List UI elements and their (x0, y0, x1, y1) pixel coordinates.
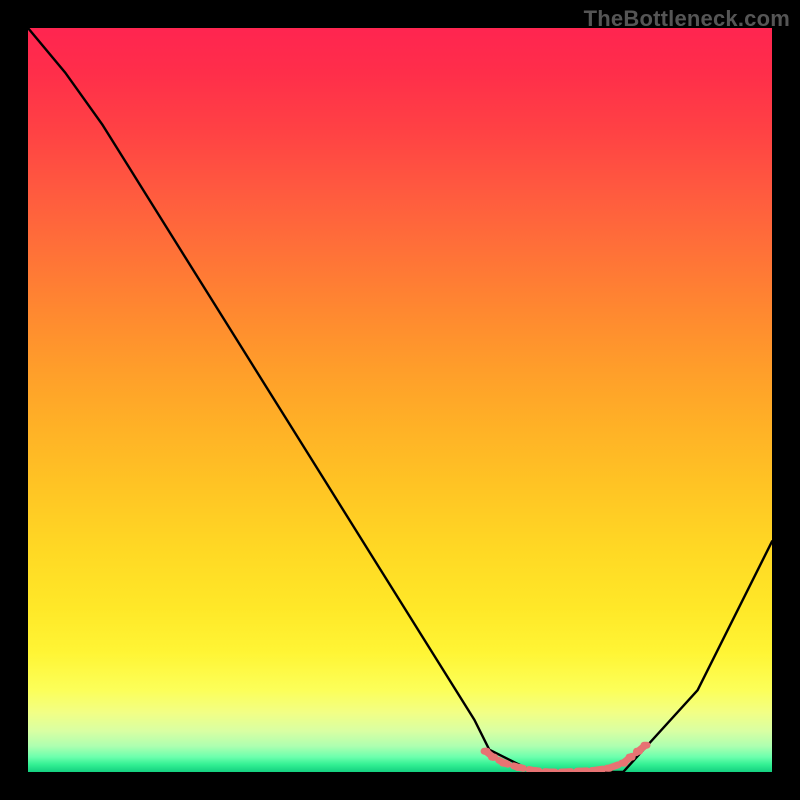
curve-black (28, 28, 772, 772)
chart-container: TheBottleneck.com (0, 0, 800, 800)
plot-area (28, 28, 772, 772)
watermark-label: TheBottleneck.com (584, 6, 790, 32)
chart-svg (28, 28, 772, 772)
